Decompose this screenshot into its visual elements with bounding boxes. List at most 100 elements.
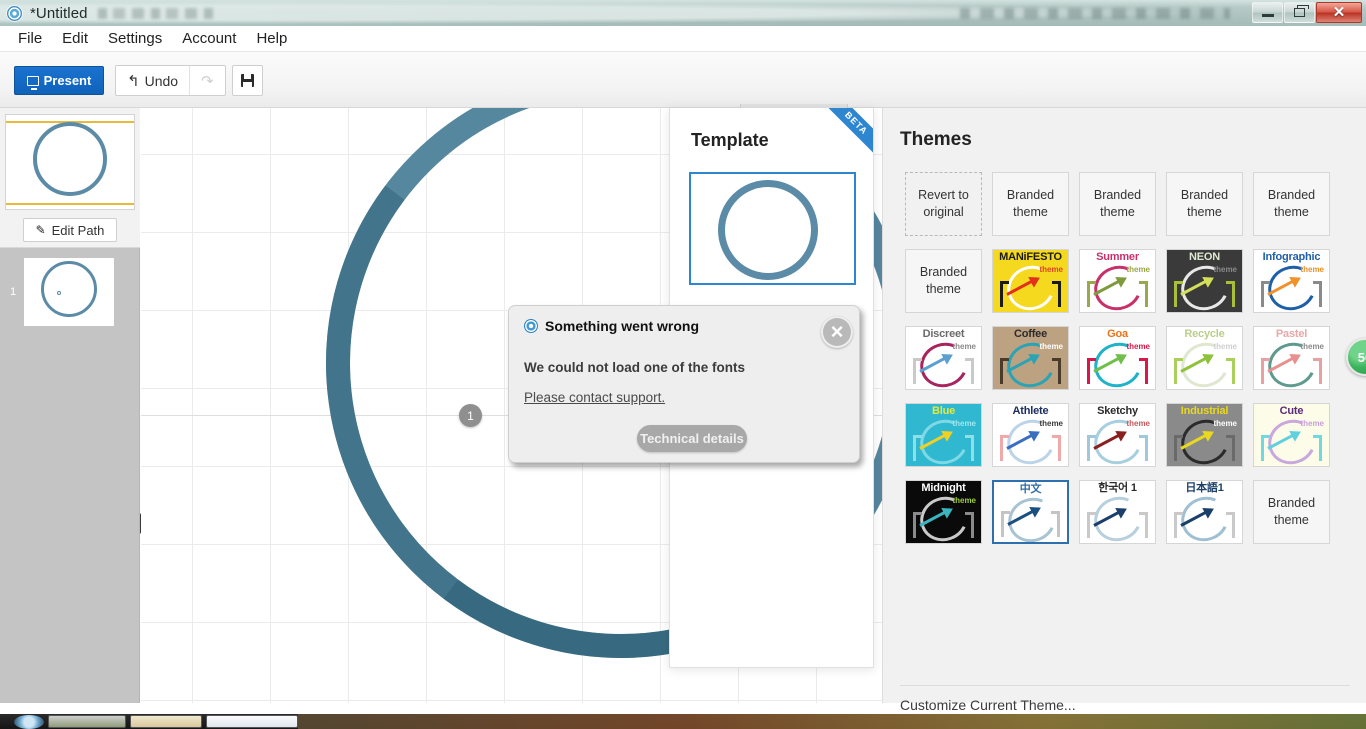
- theme-cell: 中文: [987, 473, 1074, 550]
- theme-tile-8[interactable]: NEON theme: [1166, 248, 1243, 313]
- theme-title: Athlete: [1012, 404, 1049, 417]
- theme-tile-20[interactable]: Midnight theme: [905, 479, 982, 544]
- theme-tile-19[interactable]: Cute theme: [1253, 402, 1330, 467]
- theme-cell: Goa theme: [1074, 319, 1161, 396]
- technical-details-button[interactable]: Technical details: [637, 425, 747, 452]
- theme-tile-17[interactable]: Sketchy theme: [1079, 402, 1156, 467]
- theme-cell: Cute theme: [1248, 396, 1335, 473]
- edit-path-button[interactable]: ✎ Edit Path: [23, 218, 117, 242]
- theme-bracket-r: [965, 511, 974, 538]
- theme-tile-12[interactable]: Goa theme: [1079, 325, 1156, 390]
- theme-artwork: Goa theme: [1080, 327, 1155, 389]
- theme-artwork: Summer theme: [1080, 250, 1155, 312]
- menu-bar: File Edit Settings Account Help: [0, 26, 1366, 52]
- theme-bracket-r: [1313, 434, 1322, 461]
- theme-cell: Blue theme: [900, 396, 987, 473]
- theme-subtitle: theme: [1300, 418, 1324, 428]
- taskbar-item-1[interactable]: [48, 715, 126, 728]
- template-preview-thumbnail[interactable]: [689, 172, 856, 285]
- theme-tile-2[interactable]: Branded theme: [1079, 171, 1156, 236]
- theme-tile-4[interactable]: Branded theme: [1253, 171, 1330, 236]
- os-taskbar: [0, 714, 1366, 729]
- theme-tile-15[interactable]: Blue theme: [905, 402, 982, 467]
- slide-thumbnail-1[interactable]: 1: [0, 256, 140, 330]
- menu-item-edit[interactable]: Edit: [52, 28, 98, 49]
- theme-bracket-r: [1139, 434, 1148, 461]
- theme-cell: Branded theme: [1248, 165, 1335, 242]
- theme-subtitle: theme: [1126, 418, 1150, 428]
- theme-tile-9[interactable]: Infographic theme: [1253, 248, 1330, 313]
- theme-tile-21[interactable]: 中文: [992, 479, 1069, 544]
- theme-label: Branded theme: [1267, 495, 1316, 527]
- titlebar-blurred-text: [97, 7, 218, 19]
- theme-tile-10[interactable]: Discreet theme: [905, 325, 982, 390]
- taskbar-item-2[interactable]: [130, 715, 202, 728]
- menu-item-account[interactable]: Account: [172, 28, 246, 49]
- overview-circle-shape: [33, 122, 107, 196]
- redo-button[interactable]: ↷: [190, 66, 225, 95]
- theme-tile-11[interactable]: Coffee theme: [992, 325, 1069, 390]
- theme-tile-3[interactable]: Branded theme: [1166, 171, 1243, 236]
- pencil-icon: ✎: [35, 223, 46, 237]
- theme-tile-23[interactable]: 日本語1: [1166, 479, 1243, 544]
- theme-artwork: NEON theme: [1167, 250, 1242, 312]
- minimize-button[interactable]: [1252, 2, 1283, 23]
- theme-title: 中文: [1019, 482, 1042, 495]
- theme-tile-24[interactable]: Branded theme: [1253, 479, 1330, 544]
- theme-artwork: Recycle theme: [1167, 327, 1242, 389]
- theme-tile-18[interactable]: Industrial theme: [1166, 402, 1243, 467]
- theme-subtitle: theme: [1039, 341, 1063, 351]
- theme-tile-16[interactable]: Athlete theme: [992, 402, 1069, 467]
- theme-tile-6[interactable]: MANiFESTO theme: [992, 248, 1069, 313]
- overview-panel: ✎ Edit Path: [0, 108, 140, 248]
- theme-tile-1[interactable]: Branded theme: [992, 171, 1069, 236]
- theme-title: Infographic: [1262, 250, 1321, 263]
- menu-item-file[interactable]: File: [8, 28, 52, 49]
- maximize-button[interactable]: [1284, 2, 1315, 23]
- theme-tile-14[interactable]: Pastel theme: [1253, 325, 1330, 390]
- theme-cell: Midnight theme: [900, 473, 987, 550]
- themes-divider: [900, 685, 1350, 686]
- theme-tile-7[interactable]: Summer theme: [1079, 248, 1156, 313]
- theme-bracket-r: [1139, 357, 1148, 384]
- taskbar-item-3[interactable]: [206, 715, 298, 728]
- theme-bracket-r: [1052, 434, 1061, 461]
- window-title: *Untitled: [30, 4, 88, 22]
- undo-arrow-icon: ↱: [127, 72, 140, 90]
- theme-artwork: MANiFESTO theme: [993, 250, 1068, 312]
- theme-cell: Athlete theme: [987, 396, 1074, 473]
- dialog-close-button[interactable]: ×: [821, 316, 853, 348]
- main-toolbar: Present ↱ Undo ↷ ↗ Frames & Arrows Inser…: [0, 52, 1366, 160]
- undo-button[interactable]: ↱ Undo: [116, 66, 189, 95]
- theme-label: Branded theme: [1093, 187, 1142, 219]
- theme-subtitle: theme: [1126, 264, 1150, 274]
- menu-item-help[interactable]: Help: [246, 28, 297, 49]
- theme-cell: Pastel theme: [1248, 319, 1335, 396]
- theme-cell: Recycle theme: [1161, 319, 1248, 396]
- save-button[interactable]: [232, 65, 263, 96]
- theme-title: MANiFESTO: [999, 250, 1062, 263]
- theme-label: Revert to original: [918, 187, 969, 219]
- theme-title: Pastel: [1275, 327, 1308, 340]
- theme-title: NEON: [1189, 250, 1220, 263]
- contact-support-link[interactable]: Please contact support.: [524, 390, 665, 405]
- theme-artwork: Infographic theme: [1254, 250, 1329, 312]
- present-button[interactable]: Present: [14, 66, 104, 95]
- frame-path-marker-1[interactable]: 1: [459, 404, 482, 427]
- menu-item-settings[interactable]: Settings: [98, 28, 172, 49]
- close-button[interactable]: ✕: [1316, 2, 1362, 23]
- theme-tile-5[interactable]: Branded theme: [905, 248, 982, 313]
- theme-artwork: 日本語1: [1167, 481, 1242, 543]
- theme-tile-0[interactable]: Revert to original: [905, 171, 982, 236]
- dialog-title: Something went wrong: [545, 318, 699, 334]
- theme-tile-13[interactable]: Recycle theme: [1166, 325, 1243, 390]
- overview-thumbnail[interactable]: [5, 114, 135, 210]
- theme-tile-22[interactable]: 한국어 1: [1079, 479, 1156, 544]
- theme-bracket-r: [1139, 511, 1148, 538]
- customize-current-theme-link[interactable]: Customize Current Theme...: [900, 697, 1076, 713]
- theme-title: Coffee: [1013, 327, 1048, 340]
- theme-cell: Infographic theme: [1248, 242, 1335, 319]
- template-circle-shape: [718, 180, 818, 280]
- edit-path-label: Edit Path: [51, 222, 105, 238]
- start-button-icon[interactable]: [14, 714, 44, 729]
